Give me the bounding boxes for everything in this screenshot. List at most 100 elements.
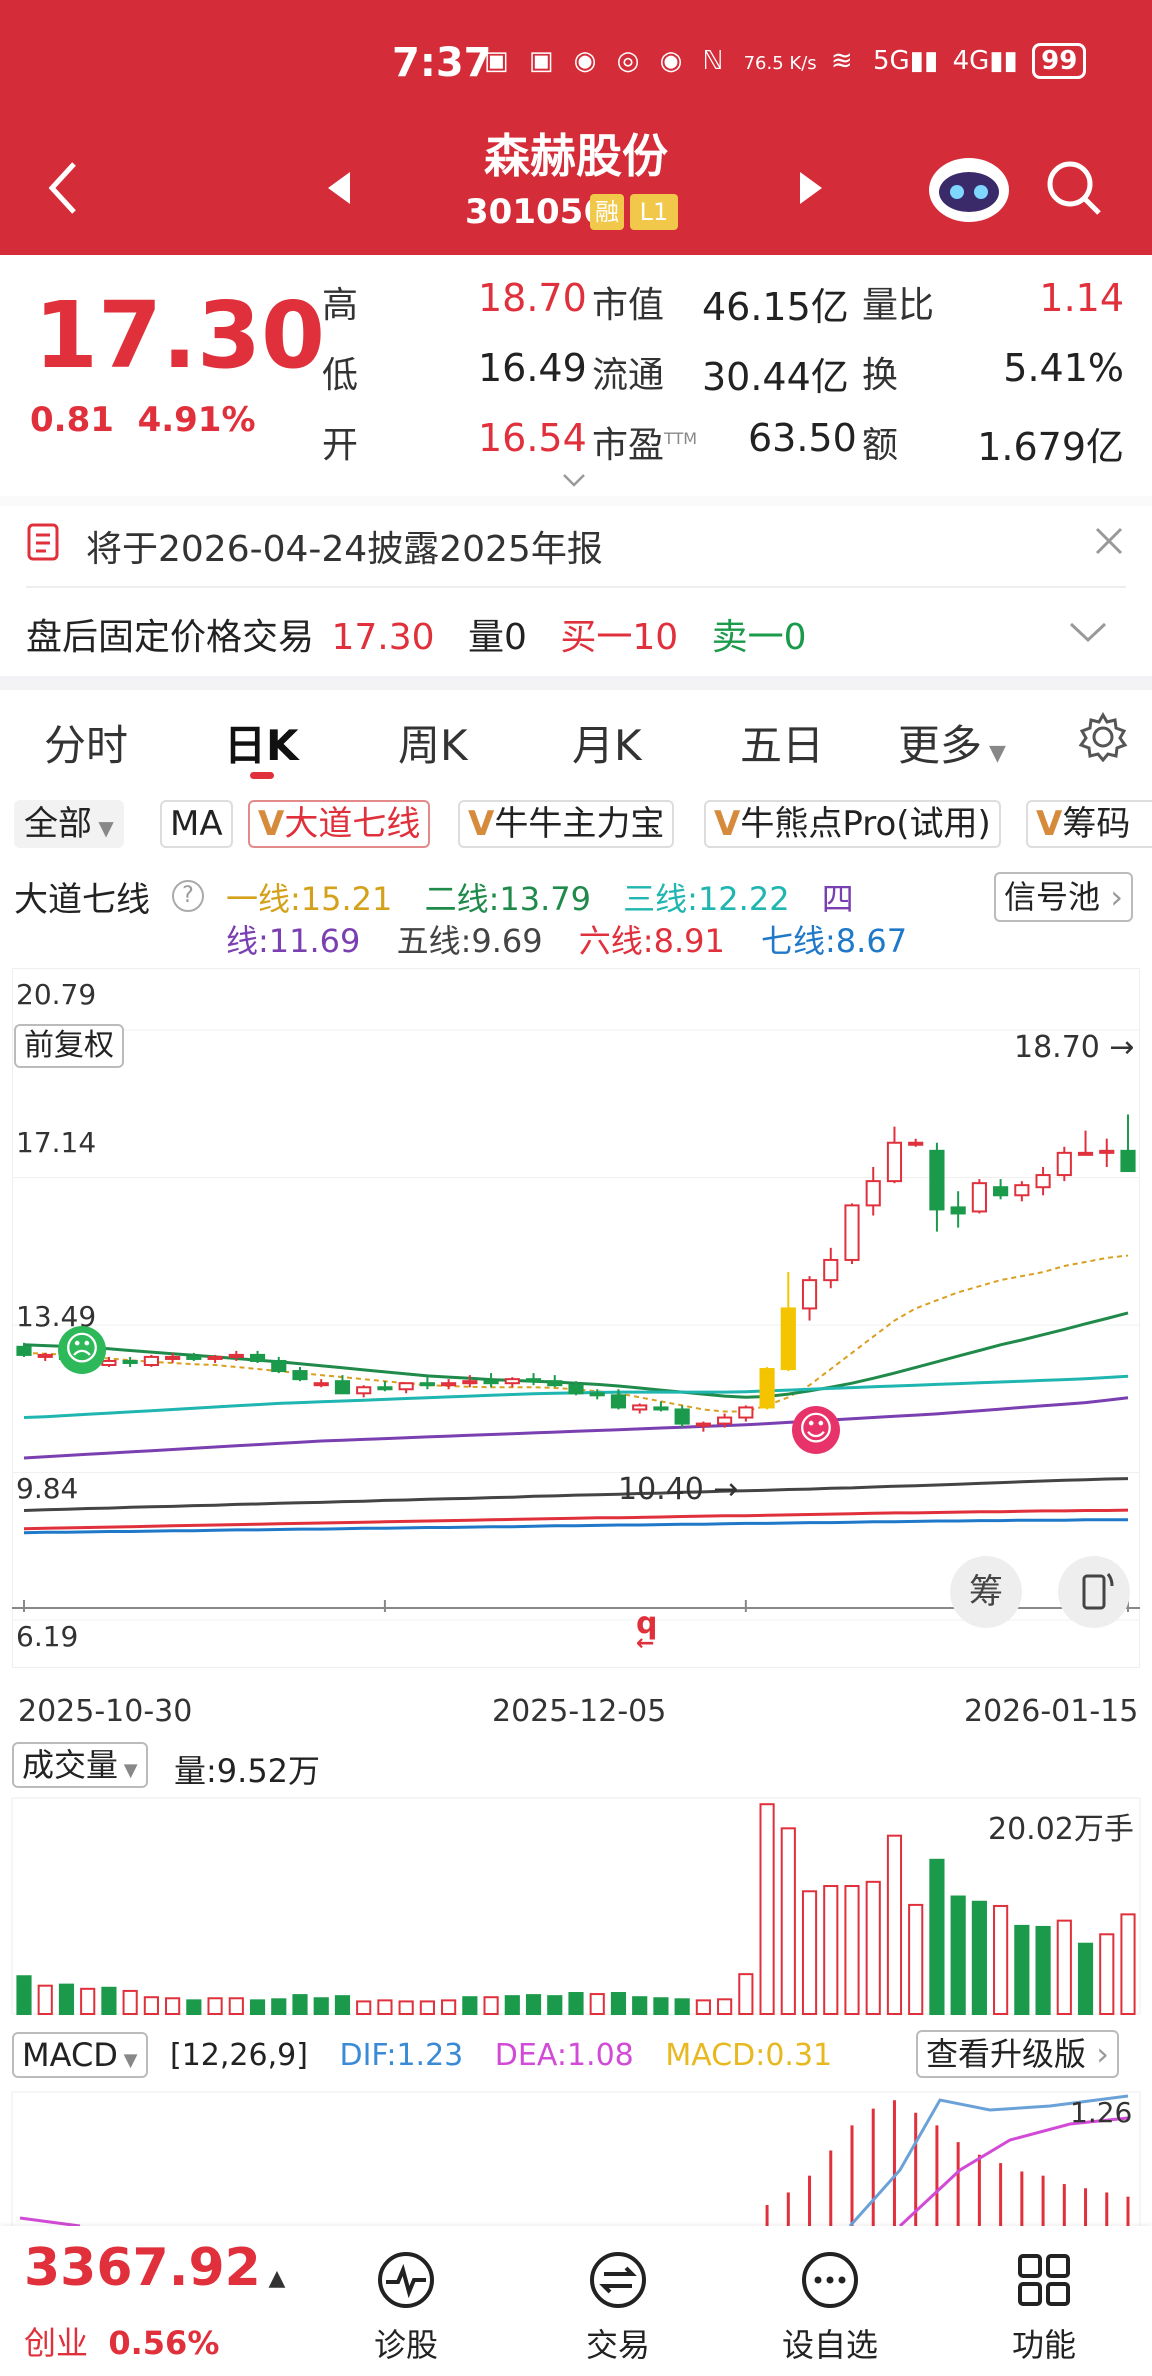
trade-icon: [590, 2252, 646, 2308]
turnover-label: 换: [862, 355, 899, 396]
adjust-mode-button[interactable]: 前复权: [14, 1024, 124, 1068]
volume-bar-49: [1056, 1919, 1072, 2015]
nav-functions[interactable]: 功能: [984, 2250, 1104, 2366]
low-label: 低: [322, 355, 359, 396]
chip-ma[interactable]: MA: [160, 800, 233, 848]
candle-body-48: [1035, 1174, 1051, 1189]
candle-body-39: [844, 1204, 860, 1261]
turnover-value: 5.41%: [1003, 346, 1124, 390]
expand-quote-icon[interactable]: [562, 472, 586, 488]
volume-bar-22: [483, 1996, 499, 2015]
volume-bar-1: [37, 1984, 53, 2015]
tab-five-day[interactable]: 五日: [740, 712, 824, 773]
candle-body-17: [377, 1386, 393, 1391]
volume-bar-11: [249, 1999, 266, 2015]
notice-text[interactable]: 将于2026-04-24披露2025年报: [86, 520, 603, 572]
float-value: 30.44亿: [702, 355, 849, 399]
tab-weekly-k[interactable]: 周K: [398, 712, 468, 773]
sad-face-signal-icon: ☹: [58, 1326, 106, 1374]
gear-icon[interactable]: [1078, 712, 1128, 762]
volume-bar-40: [865, 1880, 881, 2015]
x-tick-3: 2026-01-15: [964, 1694, 1139, 1729]
index-value[interactable]: 3367.92 ▲: [24, 2238, 285, 2298]
y-tick-4: 9.84: [16, 1472, 79, 1505]
candle-body-38: [823, 1258, 839, 1282]
chip-main-force[interactable]: V牛牛主力宝: [458, 800, 675, 848]
watchlist-icon: [802, 2252, 858, 2308]
amount-value: 1.679亿: [977, 425, 1124, 469]
open-label: 开: [322, 425, 359, 466]
current-price: 17.30: [34, 282, 326, 389]
candle-body-22: [483, 1380, 499, 1385]
y-tick-5: 6.19: [16, 1620, 79, 1653]
upgrade-button[interactable]: 查看升级版 ›: [916, 2030, 1119, 2078]
high-value: 18.70: [478, 276, 587, 320]
tab-daily-k[interactable]: 日K: [224, 712, 299, 773]
volume-bar-36: [780, 1827, 796, 2015]
candle-body-37: [801, 1279, 818, 1310]
robot-assistant-icon[interactable]: [924, 150, 1014, 226]
candle-body-23: [504, 1378, 520, 1385]
candle-body-1: [37, 1353, 53, 1358]
candle-body-52: [1120, 1149, 1136, 1173]
candle-body-11: [249, 1353, 266, 1362]
candle-body-31: [674, 1408, 690, 1425]
candle-body-13: [292, 1370, 308, 1381]
candle-body-29: [632, 1404, 648, 1411]
volume-chart[interactable]: [0, 1796, 1152, 2018]
chip-chips[interactable]: V筹码: [1026, 800, 1152, 848]
after-hours-row[interactable]: 盘后固定价格交易 17.30 量0 买一10 卖一0: [26, 608, 807, 660]
app-header: 7:37 ▣ ▣ ◉ ◎ ◉ ℕ 76.5 K/s ≋ 5G▮▮ 4G▮▮ 99…: [0, 0, 1152, 255]
candle-body-49: [1056, 1151, 1072, 1177]
candle-body-20: [441, 1382, 457, 1387]
float-label: 流通: [592, 355, 665, 396]
chevron-down-icon[interactable]: [1068, 620, 1108, 644]
chip-seven-lines[interactable]: V大道七线: [248, 800, 431, 848]
volume-bar-2: [58, 1983, 75, 2015]
candle-body-45: [971, 1182, 987, 1213]
volume-bar-43: [929, 1858, 945, 2015]
candle-body-6: [143, 1355, 159, 1367]
nav-add-watchlist[interactable]: 设自选: [770, 2250, 890, 2366]
rotate-screen-icon[interactable]: [1058, 1556, 1130, 1628]
macd-dropdown[interactable]: MACD ▼: [12, 2032, 148, 2078]
volume-bar-23: [504, 1995, 520, 2015]
dea-line-left: [19, 2216, 81, 2226]
volume-bar-32: [695, 1999, 711, 2015]
volume-bar-9: [207, 1997, 223, 2015]
candle-body-43: [929, 1149, 945, 1211]
chip-bull-bear[interactable]: V牛熊点Pro(试用): [704, 800, 1001, 848]
chip-distribution-button[interactable]: 筹: [950, 1556, 1022, 1628]
volume-bar-50: [1077, 1942, 1094, 2015]
tab-intraday[interactable]: 分时: [44, 712, 128, 773]
tab-monthly-k[interactable]: 月K: [572, 712, 642, 773]
volume-bar-41: [886, 1834, 903, 2016]
volume-bar-44: [950, 1895, 966, 2015]
dea-line: [898, 2116, 1129, 2226]
signal-pool-button[interactable]: 信号池 ›: [994, 872, 1133, 922]
close-icon[interactable]: [1094, 526, 1124, 556]
index-name-pct: 创业 0.56%: [24, 2324, 220, 2362]
macd-axis-value: 1.26: [1070, 2096, 1133, 2129]
high-label: 高: [322, 285, 359, 326]
volume-bar-8: [186, 1999, 202, 2015]
volume-value: 量:9.52万: [174, 1752, 321, 1790]
wifi-icon: ≋: [830, 46, 859, 76]
amount-label: 额: [862, 425, 899, 466]
candle-body-7: [165, 1355, 181, 1360]
volume-bar-19: [419, 2000, 435, 2015]
nav-trade[interactable]: 交易: [558, 2250, 678, 2366]
help-icon[interactable]: ?: [172, 880, 204, 912]
filter-all-dropdown[interactable]: 全部 ▼: [14, 800, 124, 848]
search-icon[interactable]: [1044, 158, 1104, 218]
tab-more[interactable]: 更多 ▼: [898, 712, 1006, 773]
volume-ratio-value: 1.14: [1039, 276, 1124, 320]
stock-code: 301056: [465, 192, 607, 232]
volume-bar-31: [674, 1998, 690, 2015]
event-marker: q ←: [636, 1606, 658, 1656]
volume-bar-15: [334, 1995, 351, 2015]
candle-body-25: [547, 1380, 563, 1387]
nav-diagnose[interactable]: 诊股: [346, 2250, 466, 2366]
macd-chart[interactable]: [0, 2090, 1152, 2226]
volume-dropdown[interactable]: 成交量 ▼: [12, 1742, 148, 1788]
